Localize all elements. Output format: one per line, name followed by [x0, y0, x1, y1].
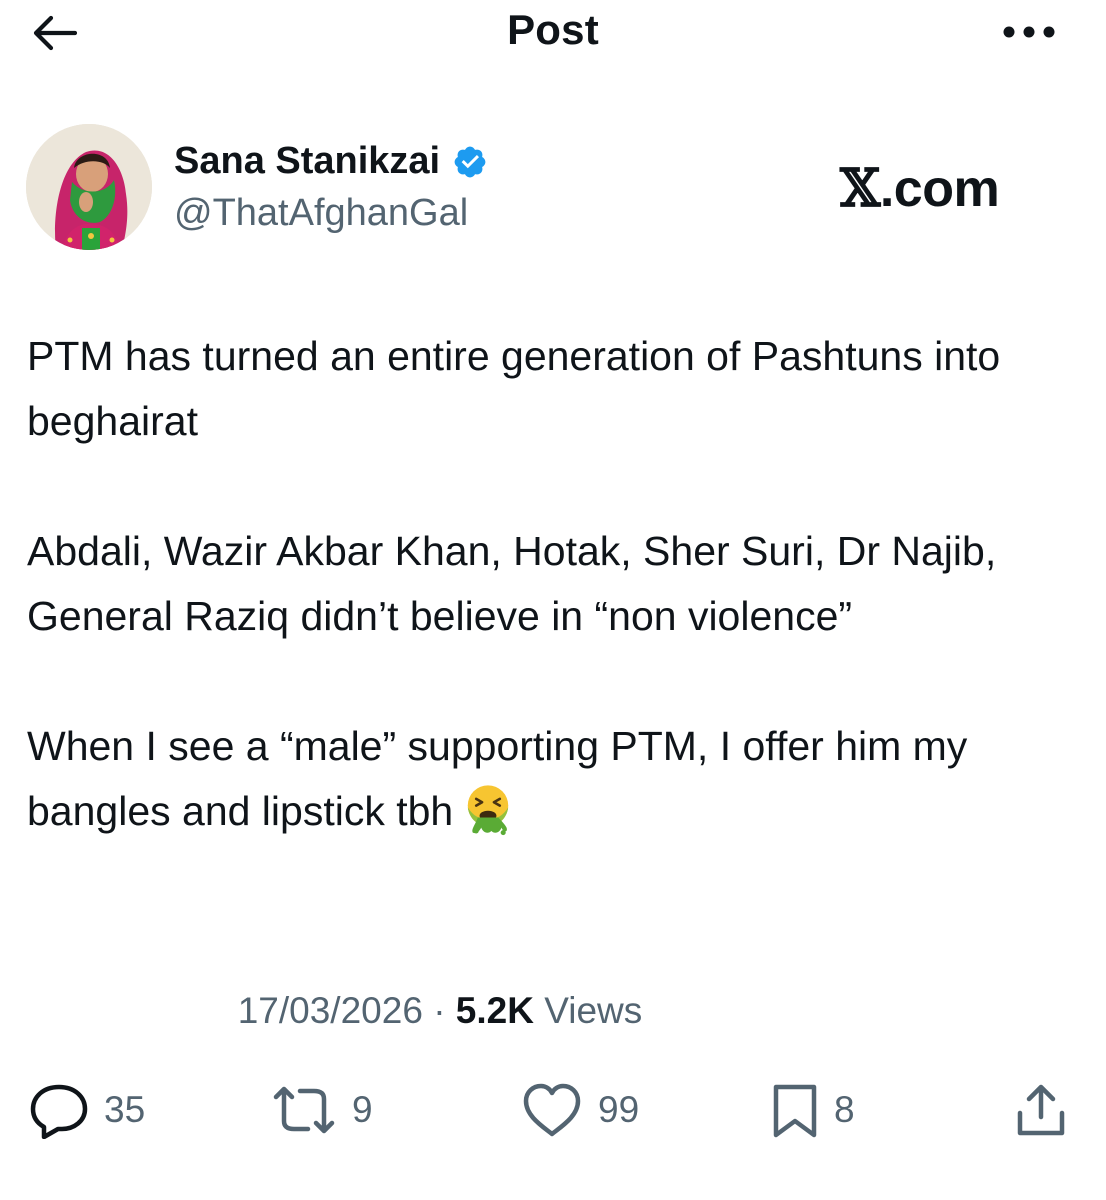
- repost-count: 9: [352, 1089, 373, 1130]
- repost-button[interactable]: 9: [270, 1078, 373, 1142]
- watermark-suffix: .com: [879, 160, 1000, 218]
- post-text-content: PTM has turned an entire generation of P…: [27, 333, 1001, 834]
- page-title: Post: [507, 6, 599, 53]
- share-button[interactable]: [1012, 1078, 1070, 1142]
- reply-icon: [30, 1084, 88, 1139]
- views-label: Views: [544, 990, 643, 1031]
- avatar[interactable]: [26, 124, 152, 250]
- more-options-button[interactable]: [996, 10, 1062, 54]
- x-logo: 𝕏: [840, 158, 880, 219]
- author-name: Sana Stanikzai: [174, 140, 441, 182]
- post-text: PTM has turned an entire generation of P…: [27, 324, 1087, 844]
- nauseated-face-emoji-icon: [467, 785, 509, 836]
- avatar-image: [26, 124, 152, 250]
- back-button[interactable]: [22, 8, 86, 58]
- reply-button[interactable]: 35: [28, 1078, 145, 1142]
- share-icon: [1017, 1084, 1065, 1136]
- verified-badge-icon: [454, 146, 486, 177]
- bookmark-icon: [773, 1084, 817, 1138]
- reply-count: 35: [104, 1089, 146, 1130]
- repost-icon: [273, 1086, 335, 1134]
- like-icon: [523, 1083, 581, 1137]
- bookmark-button[interactable]: 8: [770, 1078, 855, 1142]
- author-name-row[interactable]: Sana Stanikzai: [174, 140, 488, 183]
- more-icon: [1003, 26, 1055, 38]
- back-arrow-icon: [33, 15, 77, 51]
- meta-separator: ·: [433, 990, 446, 1031]
- bookmark-count: 8: [834, 1089, 855, 1130]
- like-button[interactable]: 99: [520, 1078, 639, 1142]
- author-handle[interactable]: @ThatAfghanGal: [174, 192, 468, 235]
- watermark: 𝕏.com: [840, 158, 1070, 219]
- like-count: 99: [598, 1089, 640, 1130]
- post-date[interactable]: 17/03/2026: [238, 990, 423, 1031]
- views-count: 5.2K: [455, 990, 534, 1031]
- post-meta: 17/03/2026 · 5.2K Views: [0, 990, 880, 1032]
